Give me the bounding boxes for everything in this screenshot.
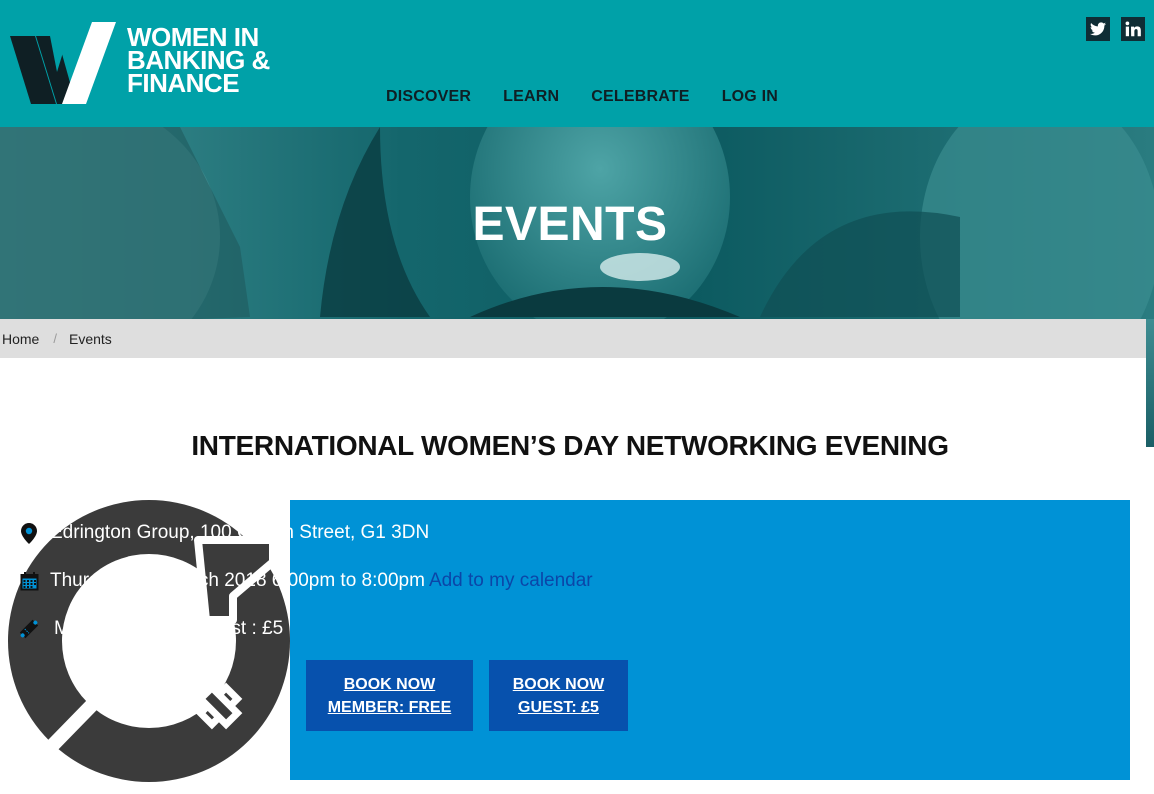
ticket-icon — [18, 618, 40, 640]
event-title: INTERNATIONAL WOMEN’S DAY NETWORKING EVE… — [191, 430, 949, 461]
hero-title: EVENTS — [472, 198, 668, 251]
nav-log-in[interactable]: LOG IN — [722, 88, 778, 106]
book-guest-line-2: GUEST: £5 — [518, 698, 599, 716]
book-member-line-2: MEMBER: FREE — [327, 698, 452, 716]
linkedin-link[interactable] — [1121, 17, 1145, 41]
event-price: Member : FREE Guest : £5 — [18, 618, 283, 640]
linkedin-icon — [1125, 21, 1141, 37]
event-location-text: Edrington Group, 100 Queen Street, G1 3D… — [50, 522, 430, 543]
breadcrumb-separator: / — [53, 331, 57, 346]
book-member-line-1: BOOK NOW — [343, 675, 436, 693]
logo-w-mark — [10, 22, 116, 104]
map-pin-icon — [18, 522, 40, 544]
calendar-icon — [18, 570, 40, 592]
breadcrumb: Home / Events — [0, 319, 1146, 358]
main-nav: DISCOVER LEARN CELEBRATE LOG IN — [386, 88, 778, 106]
book-now-member-button[interactable]: BOOK NOW MEMBER: FREE — [306, 660, 473, 731]
event-datetime-text: Thursday 8th March 2018 6:00pm to 8:00pm — [50, 570, 425, 591]
hero-photo-edge — [1146, 319, 1154, 447]
breadcrumb-current: Events — [68, 330, 112, 347]
book-guest-line-1: BOOK NOW — [512, 675, 605, 693]
logo-wordmark: WOMEN IN BANKING & FINANCE — [127, 24, 270, 98]
nav-celebrate[interactable]: CELEBRATE — [591, 88, 689, 106]
site-header: WOMEN IN BANKING & FINANCE DISCOVER LEAR… — [0, 0, 1154, 127]
book-now-guest-button[interactable]: BOOK NOW GUEST: £5 — [489, 660, 628, 731]
nav-discover[interactable]: DISCOVER — [386, 88, 471, 106]
breadcrumb-home[interactable]: Home — [2, 331, 39, 347]
nav-learn[interactable]: LEARN — [503, 88, 559, 106]
twitter-icon — [1090, 22, 1106, 36]
logo-line-3: FINANCE — [127, 68, 240, 98]
event-price-text: Member : FREE Guest : £5 — [54, 618, 284, 639]
event-datetime: Thursday 8th March 2018 6:00pm to 8:00pm… — [18, 570, 593, 592]
twitter-link[interactable] — [1086, 17, 1110, 41]
add-to-calendar-link[interactable]: Add to my calendar — [429, 570, 593, 592]
event-location: Edrington Group, 100 Queen Street, G1 3D… — [18, 522, 429, 544]
hero-banner: EVENTS — [0, 127, 1154, 319]
site-logo[interactable]: WOMEN IN BANKING & FINANCE — [10, 22, 280, 104]
